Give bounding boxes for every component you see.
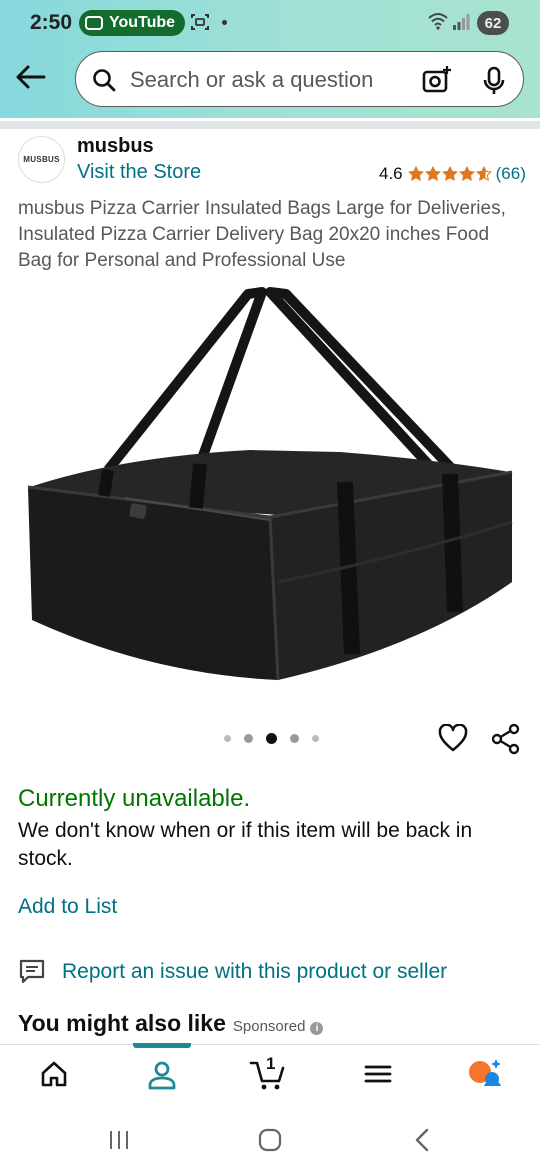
feedback-icon [19,959,45,984]
cart-button[interactable]: 1 [249,1054,289,1091]
star-icon [475,166,492,182]
cart-count: 1 [266,1054,276,1073]
product-title: musbus Pizza Carrier Insulated Bags Larg… [18,198,506,271]
review-count[interactable]: (66) [496,164,526,184]
brand-name: musbus [77,135,154,157]
info-icon[interactable]: i [310,1022,324,1035]
star-icon [458,166,475,182]
search-bar[interactable] [75,51,524,107]
active-tab-indicator [133,1043,191,1048]
recommendations-header: You might also like Sponsored i [18,1010,324,1037]
carousel-dot[interactable] [290,734,299,743]
carousel-dot-active[interactable] [266,733,277,744]
back-arrow-icon[interactable] [14,62,48,92]
youtube-icon [85,16,103,30]
rating-value: 4.6 [379,164,403,183]
recent-apps-icon[interactable] [108,1130,130,1150]
bottom-navigation: 1 [0,1043,540,1114]
visit-store-link[interactable]: Visit the Store [77,161,201,184]
status-bar: 2:50 YouTube 62 [0,0,540,46]
star-icon [424,166,441,182]
app-header: 2:50 YouTube 62 [0,0,540,118]
report-issue-link[interactable]: Report an issue with this product or sel… [62,960,447,984]
availability-message: We don't know when or if this item will … [18,819,473,870]
notification-pill[interactable]: YouTube [79,10,186,36]
star-rating [407,166,492,182]
back-button-icon[interactable] [413,1128,431,1152]
wifi-icon [428,13,448,30]
star-icon [441,166,458,182]
status-time: 2:50 [30,11,73,34]
add-to-list-link[interactable]: Add to List [18,895,117,919]
account-icon[interactable] [146,1059,178,1091]
brand-logo[interactable]: MUSBUS [18,136,65,183]
menu-icon[interactable] [364,1059,392,1089]
heart-icon[interactable] [438,724,468,752]
product-image[interactable] [0,282,540,702]
camera-search-icon[interactable] [422,65,452,95]
sponsored-label: Sponsored [232,1018,306,1035]
recommendations-heading: You might also like [18,1010,226,1036]
notification-dot-icon [222,20,227,25]
rufus-assistant-icon[interactable] [467,1057,503,1091]
home-icon[interactable] [39,1059,69,1089]
carousel-dot[interactable] [312,735,319,742]
home-button-icon[interactable] [258,1128,282,1152]
carousel-dot[interactable] [224,735,231,742]
image-carousel-indicator[interactable] [224,733,319,744]
share-icon[interactable] [491,723,521,755]
star-icon [407,166,424,182]
rating-summary[interactable]: 4.6 (66) [379,164,526,184]
screen-record-icon [191,14,209,30]
microphone-icon[interactable] [482,66,506,96]
search-icon [93,69,116,92]
signal-icon [453,14,470,30]
availability-status: Currently unavailable. [18,785,251,812]
system-navigation-bar [0,1114,540,1170]
battery-indicator: 62 [477,11,509,35]
search-input[interactable] [130,64,400,96]
section-divider [0,121,540,129]
notification-app-label: YouTube [109,14,176,31]
carousel-dot[interactable] [244,734,253,743]
